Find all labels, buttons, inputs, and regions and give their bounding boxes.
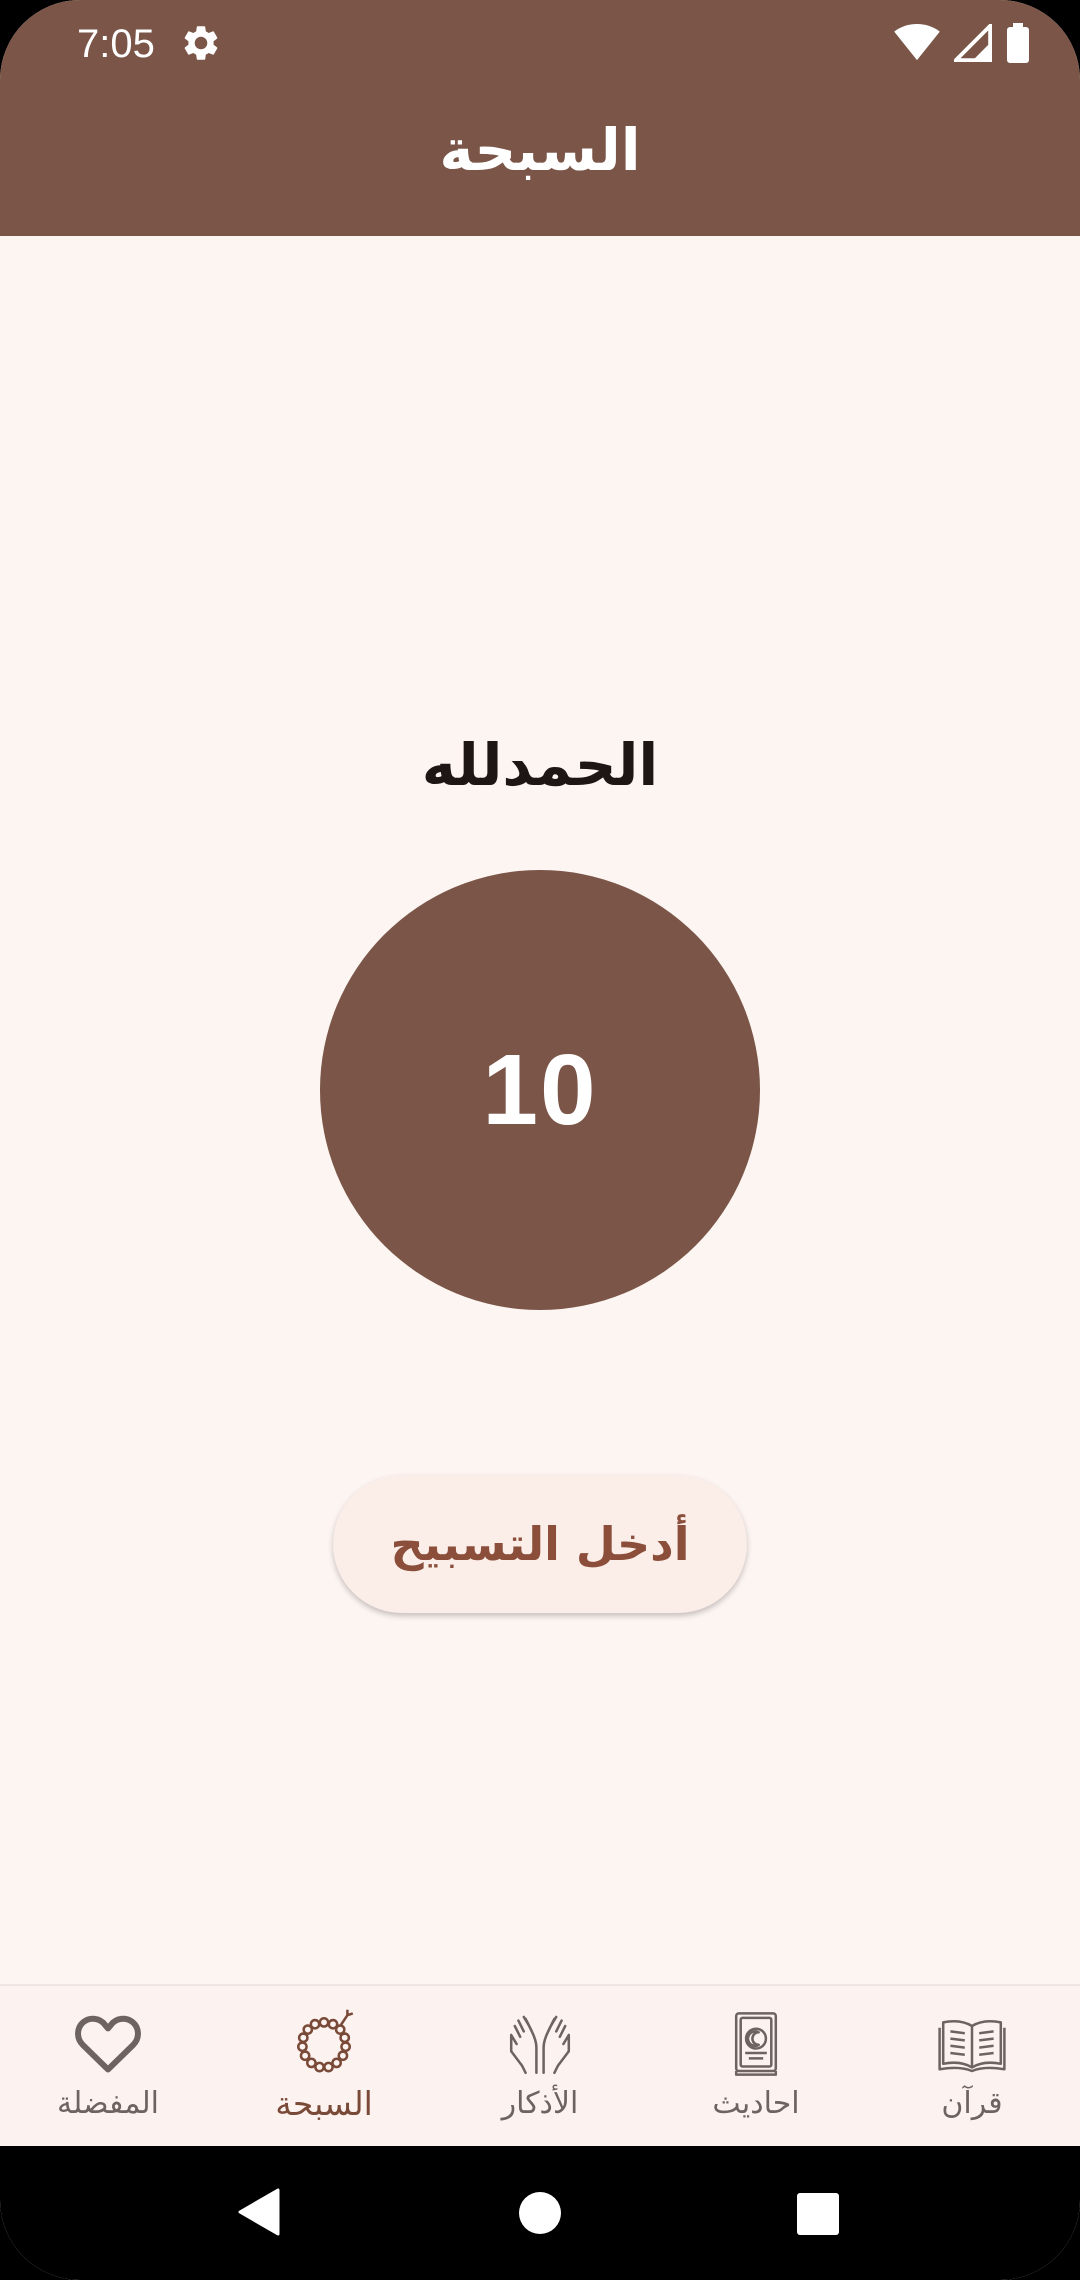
nav-item-hadith[interactable]: احاديث — [648, 1986, 864, 2148]
hadith-book-icon — [734, 2012, 778, 2076]
signal-icon — [954, 24, 992, 62]
gear-icon — [184, 26, 218, 60]
bottom-navigation: المفضلة السبحة الأذكار احاديث قرآن — [0, 1984, 1080, 2146]
nav-label-adhkar: الأذكار — [501, 2086, 579, 2121]
status-time: 7:05 — [77, 22, 155, 66]
nav-label-favorites: المفضلة — [56, 2086, 160, 2121]
prayer-beads-icon — [296, 2009, 354, 2073]
app-bar: 7:05 السبحة — [0, 0, 1080, 236]
praying-hands-icon — [509, 2015, 571, 2075]
battery-icon — [1007, 23, 1029, 63]
status-icons — [894, 22, 1030, 64]
counter-value: 10 — [482, 1033, 598, 1146]
nav-item-rosary[interactable]: السبحة — [216, 1986, 432, 2148]
wifi-icon — [894, 24, 940, 61]
dhikr-text: الحمدلله — [421, 731, 659, 799]
system-navigation-bar — [0, 2146, 1080, 2280]
back-icon[interactable] — [238, 2188, 280, 2236]
nav-label-hadith: احاديث — [712, 2086, 800, 2121]
enter-tasbeeh-button[interactable]: أدخل التسبيح — [333, 1475, 747, 1613]
nav-item-quran[interactable]: قرآن — [864, 1986, 1080, 2148]
tasbeeh-counter-button[interactable]: 10 — [320, 870, 760, 1310]
nav-label-rosary: السبحة — [275, 2084, 373, 2123]
home-icon[interactable] — [518, 2191, 562, 2235]
recents-icon[interactable] — [797, 2193, 839, 2235]
nav-label-quran: قرآن — [941, 2086, 1003, 2121]
page-title: السبحة — [439, 116, 641, 184]
nav-item-favorites[interactable]: المفضلة — [0, 1986, 216, 2148]
nav-item-adhkar[interactable]: الأذكار — [432, 1986, 648, 2148]
phone-screen: 7:05 السبحة الحمدلله 10 أدخل التسبيح الم… — [0, 0, 1080, 2280]
open-quran-icon — [938, 2020, 1006, 2073]
heart-icon — [75, 2015, 141, 2073]
